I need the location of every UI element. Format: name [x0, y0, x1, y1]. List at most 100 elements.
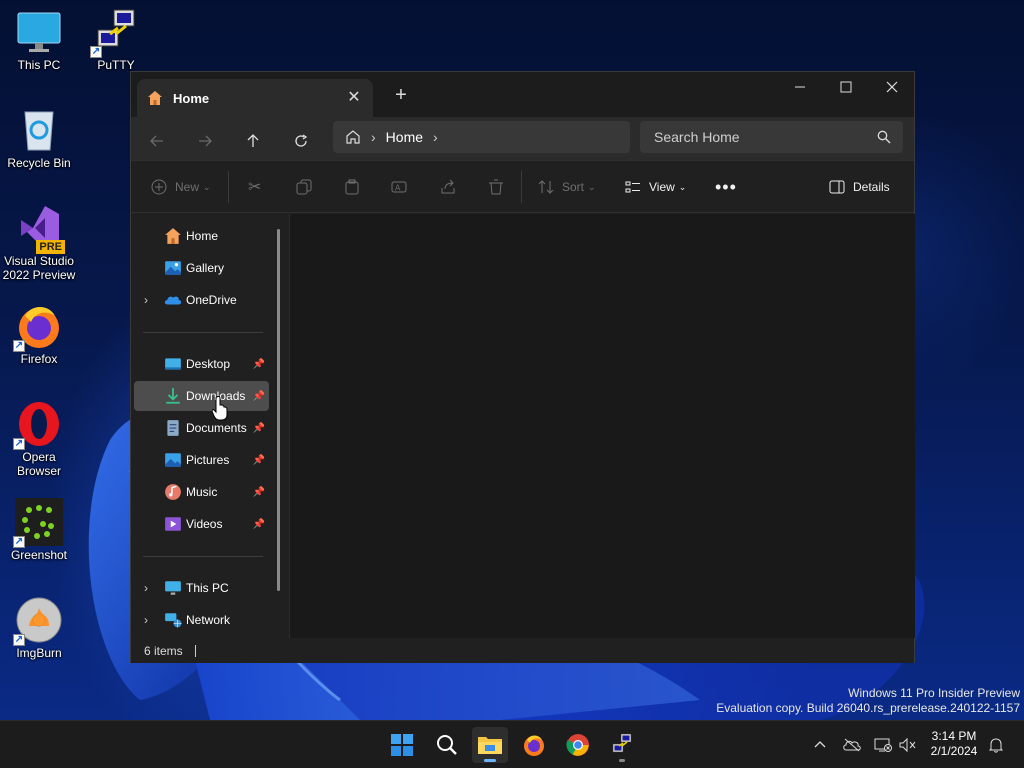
new-label: New — [175, 180, 200, 194]
close-tab-button[interactable]: ✕ — [345, 89, 363, 107]
file-explorer-window: Home ✕ + › Home › Search Home New ⌄ ✂ A … — [130, 71, 915, 663]
nav-item-gallery[interactable]: Gallery — [134, 253, 269, 283]
firefox-icon — [524, 735, 544, 756]
paste-button[interactable] — [344, 174, 360, 200]
tab-home[interactable]: Home ✕ — [137, 79, 373, 117]
copy-button[interactable] — [296, 174, 312, 200]
chevron-down-icon: ⌄ — [203, 181, 211, 192]
view-button[interactable]: View ⌄ — [625, 174, 686, 200]
file-list-area[interactable] — [290, 214, 915, 638]
pin-icon[interactable]: 📌 — [253, 455, 265, 466]
system-clock[interactable]: 3:14 PM 2/1/2024 — [918, 729, 990, 759]
pin-icon[interactable]: 📌 — [253, 359, 265, 370]
show-hidden-icons-button[interactable] — [810, 735, 830, 755]
desktop-icon-this-pc[interactable]: This PC — [1, 8, 77, 72]
downloads-icon — [166, 388, 180, 404]
refresh-button[interactable] — [285, 125, 317, 157]
desktop-icon-putty[interactable]: ↗ PuTTY — [78, 8, 154, 72]
nav-scrollbar[interactable] — [277, 229, 280, 591]
hand-cursor-icon — [212, 396, 228, 421]
forward-button[interactable] — [189, 125, 221, 157]
home-outline-icon — [346, 130, 360, 144]
desktop-icon-recycle-bin[interactable]: Recycle Bin — [1, 106, 77, 170]
back-button[interactable] — [141, 125, 173, 157]
taskbar-firefox[interactable] — [516, 727, 552, 763]
sort-button[interactable]: Sort ⌄ — [538, 174, 596, 200]
maximize-button[interactable] — [823, 72, 869, 102]
desktop-icon-opera[interactable]: ↗ Opera Browser — [1, 400, 77, 478]
nav-item-label: This PC — [186, 581, 229, 595]
pin-icon[interactable]: 📌 — [253, 423, 265, 434]
nav-item-label: Gallery — [186, 261, 225, 275]
breadcrumb[interactable]: › Home › — [333, 121, 630, 153]
desktop-icon-label: PuTTY — [97, 58, 135, 72]
active-indicator — [484, 759, 496, 762]
opera-icon: ↗ — [13, 400, 63, 450]
taskbar-putty[interactable] — [604, 727, 640, 763]
status-bar: 6 items — [131, 638, 914, 663]
desktop-icon-greenshot[interactable]: ↗ Greenshot — [1, 498, 77, 562]
network-icon — [165, 613, 182, 628]
up-button[interactable] — [237, 125, 269, 157]
onedrive-tray-button[interactable] — [842, 735, 862, 755]
chevron-right-icon[interactable]: › — [144, 613, 148, 627]
desktop-icon-visual-studio[interactable]: PRE Visual Studio 2022 Preview — [1, 204, 77, 282]
nav-item-pictures[interactable]: Pictures 📌 — [134, 445, 269, 475]
nav-item-onedrive[interactable]: › OneDrive — [134, 285, 269, 315]
chevron-right-icon[interactable]: › — [144, 293, 148, 307]
desktop-icon-imgburn[interactable]: ↗ ImgBurn — [1, 596, 77, 660]
network-disconnected-icon — [874, 738, 892, 752]
nav-item-desktop[interactable]: Desktop 📌 — [134, 349, 269, 379]
nav-item-downloads[interactable]: Downloads 📌 — [134, 381, 269, 411]
details-pane-icon — [829, 180, 845, 194]
cut-button[interactable]: ✂ — [248, 174, 261, 200]
nav-item-this-pc[interactable]: › This PC — [134, 573, 269, 603]
nav-item-network[interactable]: › Network — [134, 605, 269, 635]
label-line: Visual Studio — [4, 254, 74, 268]
nav-item-videos[interactable]: Videos 📌 — [134, 509, 269, 539]
pin-icon[interactable]: 📌 — [253, 391, 265, 402]
svg-text:A: A — [395, 184, 401, 193]
more-options-button[interactable]: ••• — [715, 174, 737, 200]
nav-item-documents[interactable]: Documents 📌 — [134, 413, 269, 443]
desktop-icon-label: Opera Browser — [17, 450, 61, 478]
volume-tray-button[interactable] — [898, 735, 918, 755]
taskbar-search-button[interactable] — [429, 727, 465, 763]
network-tray-button[interactable] — [873, 735, 893, 755]
new-tab-button[interactable]: + — [389, 84, 413, 108]
arrow-up-icon — [247, 134, 259, 147]
file-explorer-icon — [478, 737, 502, 754]
chevron-right-icon[interactable]: › — [433, 129, 438, 145]
search-icon — [877, 130, 891, 144]
chevron-right-icon[interactable]: › — [144, 581, 148, 595]
arrow-right-icon — [199, 135, 212, 147]
new-button[interactable]: New ⌄ — [151, 174, 211, 200]
toolbar-separator — [521, 171, 522, 203]
notifications-button[interactable] — [986, 735, 1006, 755]
rename-button[interactable]: A — [391, 174, 407, 200]
desktop-icon-firefox[interactable]: ↗ Firefox — [1, 302, 77, 366]
chevron-up-icon — [814, 741, 826, 748]
details-label: Details — [853, 180, 890, 194]
breadcrumb-home[interactable]: Home — [386, 129, 423, 145]
desktop-icon-label: Recycle Bin — [7, 156, 71, 170]
pin-icon[interactable]: 📌 — [253, 487, 265, 498]
details-button[interactable]: Details — [829, 174, 890, 200]
desktop-icon-label: Visual Studio 2022 Preview — [3, 254, 76, 282]
start-button[interactable] — [384, 727, 420, 763]
maximize-icon — [840, 81, 852, 93]
delete-button[interactable] — [488, 174, 504, 200]
taskbar-file-explorer[interactable] — [472, 727, 508, 763]
nav-item-home[interactable]: Home — [134, 221, 269, 251]
share-button[interactable] — [440, 174, 456, 200]
minimize-button[interactable] — [777, 72, 823, 102]
nav-item-label: OneDrive — [186, 293, 237, 307]
close-icon — [886, 81, 898, 93]
search-input[interactable] — [640, 121, 903, 153]
taskbar-chrome[interactable] — [560, 727, 596, 763]
chevron-down-icon: ⌄ — [678, 181, 687, 192]
close-window-button[interactable] — [869, 72, 915, 102]
nav-item-music[interactable]: Music 📌 — [134, 477, 269, 507]
pin-icon[interactable]: 📌 — [253, 519, 265, 530]
nav-item-label: Videos — [186, 517, 223, 531]
